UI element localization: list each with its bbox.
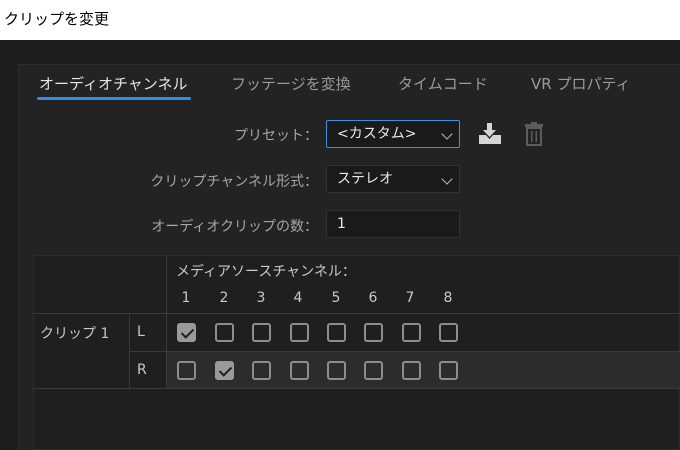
dialog-titlebar: クリップを変更 [0, 0, 680, 40]
column-divider [166, 255, 167, 388]
tab-interpret-footage[interactable]: フッテージを変換 [231, 73, 351, 94]
channel-number: 8 [443, 290, 453, 306]
channel-checkbox-r-1[interactable] [177, 361, 196, 380]
channel-checkbox-r-2[interactable] [215, 361, 234, 380]
channel-checkbox-l-5[interactable] [327, 323, 346, 342]
chevron-down-icon [441, 128, 453, 140]
dialog-title: クリップを変更 [4, 10, 110, 28]
channel-label-right: R [137, 362, 147, 378]
row-divider [33, 313, 680, 314]
preset-dropdown[interactable]: <カスタム> [326, 120, 460, 148]
channel-checkbox-l-1[interactable] [177, 323, 196, 342]
channel-checkbox-r-8[interactable] [439, 361, 458, 380]
channel-label-left: L [137, 324, 145, 340]
chevron-down-icon [441, 173, 453, 185]
channel-checkbox-l-8[interactable] [439, 323, 458, 342]
trash-icon[interactable] [524, 121, 544, 151]
channel-number: 3 [256, 290, 266, 306]
channel-checkbox-r-3[interactable] [252, 361, 271, 380]
media-source-channel-header: メディアソースチャンネル： [176, 264, 356, 280]
channel-number: 7 [405, 290, 415, 306]
channel-checkbox-l-3[interactable] [252, 323, 271, 342]
preset-label: プリセット： [234, 128, 318, 144]
channel-number: 6 [368, 290, 378, 306]
channel-checkbox-l-6[interactable] [364, 323, 383, 342]
channel-checkbox-r-5[interactable] [327, 361, 346, 380]
channel-format-label: クリップチャンネル形式： [150, 174, 318, 190]
row-divider [129, 351, 680, 352]
clip-count-label: オーディオクリップの数： [151, 219, 318, 235]
tab-timecode[interactable]: タイムコード [398, 73, 488, 94]
tab-vr-properties[interactable]: VR プロパティ [531, 73, 631, 94]
download-preset-icon[interactable] [477, 122, 503, 150]
row-divider [33, 388, 680, 389]
channel-checkbox-l-2[interactable] [215, 323, 234, 342]
preset-value: <カスタム> [337, 126, 417, 142]
channel-checkbox-r-4[interactable] [290, 361, 309, 380]
channel-number: 2 [219, 290, 229, 306]
clip-count-value: 1 [337, 216, 346, 232]
channel-checkbox-l-4[interactable] [290, 323, 309, 342]
channel-format-value: ステレオ [337, 171, 393, 187]
channel-number: 5 [331, 290, 341, 306]
table-row [167, 352, 680, 388]
channel-number: 1 [181, 290, 191, 306]
channel-checkbox-l-7[interactable] [402, 323, 421, 342]
channel-checkbox-r-6[interactable] [364, 361, 383, 380]
channel-format-dropdown[interactable]: ステレオ [326, 165, 460, 193]
active-tab-indicator [37, 97, 191, 100]
clip-count-input[interactable]: 1 [326, 210, 460, 238]
tab-audio-channels[interactable]: オーディオチャンネル [39, 73, 188, 94]
channel-number: 4 [293, 290, 303, 306]
clip-label: クリップ 1 [40, 326, 110, 342]
channel-checkbox-r-7[interactable] [402, 361, 421, 380]
